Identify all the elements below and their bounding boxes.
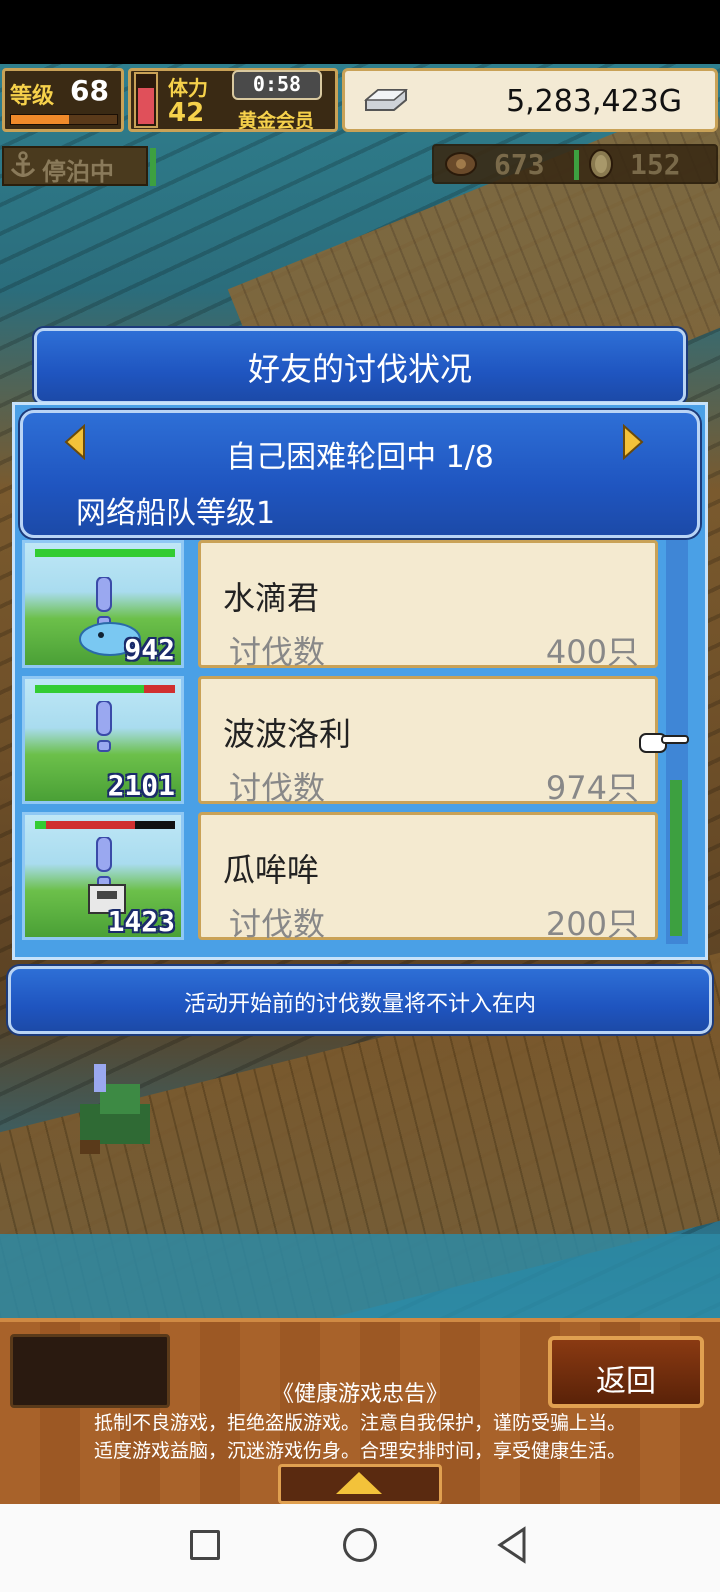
friend-row[interactable]: 波波洛利 讨伐数 974只 bbox=[198, 676, 658, 807]
friend-row[interactable]: 瓜哞哞 讨伐数 200只 bbox=[198, 812, 658, 943]
kill-count-value: 200只 bbox=[545, 905, 639, 943]
silver-bar-icon bbox=[363, 89, 409, 111]
dialog-title: 好友的讨伐状况 bbox=[247, 350, 472, 388]
monster-sprite bbox=[80, 1064, 150, 1154]
friend-name: 水滴君 bbox=[223, 579, 320, 617]
status-bar bbox=[0, 0, 720, 64]
friend-name: 波波洛利 bbox=[223, 715, 352, 753]
hp-bar bbox=[35, 821, 175, 829]
medal-icon bbox=[445, 152, 477, 176]
stamina-value: 42 bbox=[168, 98, 205, 128]
health-advice-line1: 抵制不良游戏，拒绝盗版游戏。注意自我保护，谨防受骗上当。 bbox=[93, 1412, 626, 1434]
thumbnail-number: 1423 bbox=[107, 905, 175, 938]
hp-bar-damage bbox=[45, 821, 135, 829]
anchor-status-text: 停泊中 bbox=[42, 158, 114, 186]
health-advice-line2: 适度游戏益脑，沉迷游戏伤身。合理安排时间，享受健康生活。 bbox=[93, 1440, 626, 1462]
anchor-status-bar bbox=[150, 148, 156, 186]
hp-bar bbox=[35, 549, 175, 557]
hp-bar bbox=[35, 685, 175, 693]
level-value: 68 bbox=[70, 74, 109, 107]
coin-icon bbox=[589, 149, 613, 179]
level-label: 等级 bbox=[10, 84, 55, 109]
member-status: 黄金会员 bbox=[238, 110, 315, 132]
fleet-level: 网络船队等级1 bbox=[76, 496, 276, 531]
thumbnail-number: 942 bbox=[124, 633, 175, 666]
stamina-gauge bbox=[134, 72, 158, 128]
timer-text: 0:58 bbox=[252, 72, 302, 96]
health-advice-title: 《健康游戏忠告》 bbox=[271, 1382, 448, 1407]
resource1-bar bbox=[574, 150, 579, 180]
level-progress-fill bbox=[11, 115, 70, 124]
exclamation-icon bbox=[96, 701, 112, 752]
home-icon[interactable] bbox=[343, 1528, 377, 1562]
gold-value: 5,283,423G bbox=[506, 84, 682, 119]
monster-thumbnail: 942 bbox=[22, 540, 184, 668]
pointing-hand-icon bbox=[639, 733, 689, 753]
monster-thumbnail: 2101 bbox=[22, 676, 184, 804]
kill-count-label: 讨伐数 bbox=[229, 633, 326, 671]
stamina-label: 体力 bbox=[168, 76, 208, 100]
stamina-gauge-fill bbox=[138, 88, 154, 124]
friend-row[interactable]: 水滴君 讨伐数 400只 bbox=[198, 540, 658, 671]
kill-count-label: 讨伐数 bbox=[229, 769, 326, 807]
notice-text: 活动开始前的讨伐数量将不计入在内 bbox=[183, 992, 536, 1017]
friend-name: 瓜哞哞 bbox=[223, 851, 320, 889]
monster-thumbnail: 1423 bbox=[22, 812, 184, 940]
kill-count-value: 974只 bbox=[545, 769, 639, 807]
kill-count-value: 400只 bbox=[545, 633, 639, 671]
recent-apps-icon[interactable] bbox=[190, 1530, 220, 1560]
round-status: 自己困难轮回中 1/8 bbox=[226, 440, 494, 475]
resource1-value: 673 bbox=[494, 148, 545, 181]
hp-bar-fill bbox=[35, 821, 47, 829]
hp-bar-fill bbox=[35, 685, 145, 693]
hp-bar-fill bbox=[35, 549, 175, 557]
scrollbar-thumb[interactable] bbox=[670, 780, 682, 936]
sea bbox=[0, 1234, 720, 1318]
anchor-icon bbox=[10, 151, 36, 177]
back-triangle-icon[interactable] bbox=[496, 1526, 528, 1564]
level-progress-bar bbox=[10, 114, 118, 125]
resource2-value: 152 bbox=[630, 148, 681, 181]
up-arrow-icon bbox=[336, 1472, 382, 1494]
thumbnail-number: 2101 bbox=[107, 769, 175, 802]
kill-count-label: 讨伐数 bbox=[229, 905, 326, 943]
